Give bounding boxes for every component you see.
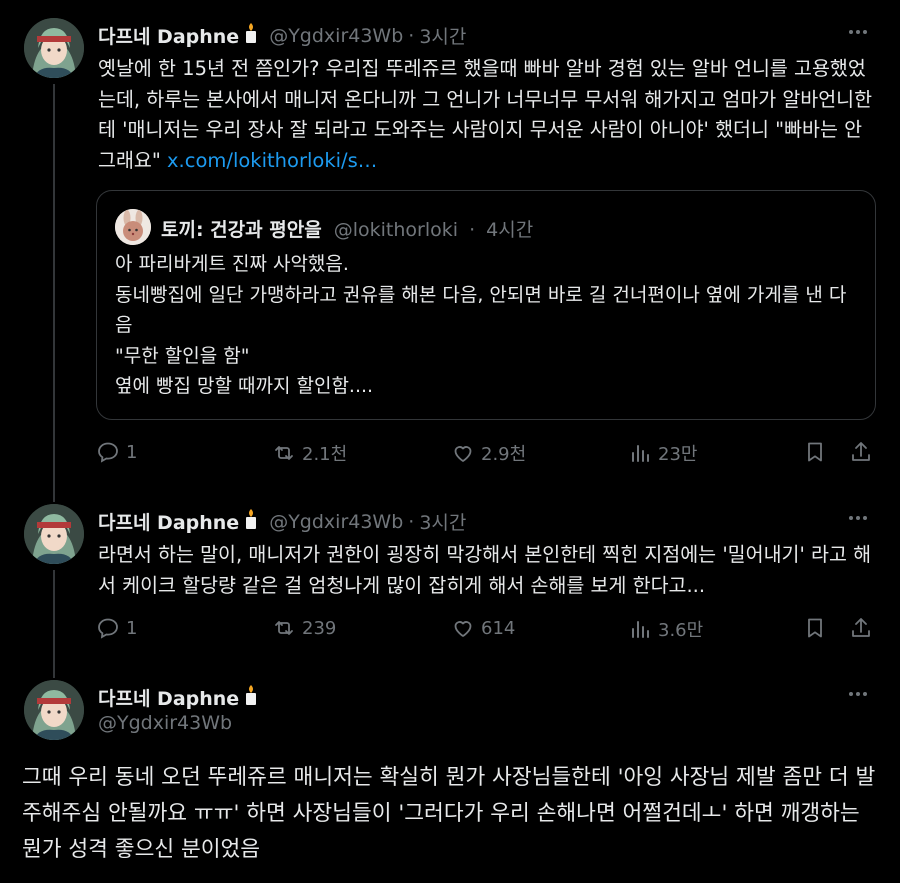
- retweet-count: 239: [302, 617, 337, 639]
- handle-row: @Ygdxir43Wb: [98, 712, 232, 734]
- bookmark-button[interactable]: [803, 440, 827, 464]
- quoted-handle[interactable]: @lokithorloki: [334, 219, 458, 241]
- quoted-line: 옆에 빵집 망할 때까지 할인함....: [115, 375, 374, 397]
- user-handle[interactable]: @Ygdxir43Wb: [269, 25, 403, 47]
- separator-dot: ·: [469, 219, 476, 241]
- retweet-count: 2.1천: [302, 444, 348, 465]
- bookmark-button[interactable]: [803, 616, 827, 640]
- tweet-header: 다프네 Daphne @Ygdxir43Wb · 3시간: [98, 508, 466, 535]
- reply-button[interactable]: 1: [96, 616, 137, 640]
- retweet-icon: [275, 446, 293, 460]
- rabbit-avatar-image: [115, 209, 151, 245]
- quoted-tweet[interactable]: 토끼: 건강과 평안을 @lokithorloki · 4시간 아 파리바게트 …: [96, 190, 876, 420]
- quoted-line: "무한 할인을 함": [115, 344, 250, 367]
- tweet-3[interactable]: 다프네 Daphne @Ygdxir43Wb 그때 우리 동네 오던 뚜레쥬르 …: [0, 660, 900, 883]
- share-button[interactable]: [849, 616, 873, 640]
- bookmark-icon: [808, 618, 822, 638]
- heart-icon: [454, 446, 472, 462]
- reply-icon: [98, 618, 118, 639]
- like-button[interactable]: 2.9천: [451, 440, 526, 466]
- candle-icon: [243, 684, 259, 711]
- like-count: 2.9천: [481, 444, 527, 465]
- tweet-1[interactable]: 다프네 Daphne @Ygdxir43Wb · 3시간 옛날에 한 15년 전…: [0, 0, 900, 490]
- share-icon: [852, 442, 870, 461]
- quoted-display-name[interactable]: 토끼: 건강과 평안을: [161, 219, 322, 241]
- share-icon: [852, 618, 870, 637]
- retweet-icon: [275, 621, 293, 635]
- share-button[interactable]: [849, 440, 873, 464]
- display-name[interactable]: 다프네 Daphne: [98, 22, 239, 49]
- tweet-link[interactable]: x.com/lokithorloki/s…: [167, 149, 377, 172]
- timestamp[interactable]: 3시간: [419, 22, 466, 49]
- avatar-image: [24, 680, 84, 740]
- reply-count: 1: [126, 441, 138, 463]
- more-icon[interactable]: [846, 682, 870, 711]
- reply-count: 1: [126, 617, 138, 639]
- user-handle[interactable]: @Ygdxir43Wb: [98, 712, 232, 734]
- quoted-text: 아 파리바게트 진짜 사악했음. 동네빵집에 일단 가맹하라고 권유를 해본 다…: [115, 249, 860, 402]
- quoted-timestamp[interactable]: 4시간: [486, 219, 533, 241]
- views-icon: [632, 621, 649, 638]
- action-bar: 1 239 614 3.6만: [96, 616, 876, 646]
- avatar[interactable]: [24, 18, 84, 78]
- reply-button[interactable]: 1: [96, 440, 137, 464]
- tweet-text: 그때 우리 동네 오던 뚜레쥬르 매니저는 확실히 뭔가 사장님들한테 '아잉 …: [22, 765, 876, 862]
- more-icon[interactable]: [846, 20, 870, 49]
- like-count: 614: [481, 617, 516, 639]
- views-icon: [632, 445, 649, 462]
- heart-icon: [454, 621, 472, 637]
- retweet-button[interactable]: 239: [272, 616, 336, 640]
- avatar-image: [24, 504, 84, 564]
- tweet-header: 다프네 Daphne @Ygdxir43Wb · 3시간: [98, 22, 466, 49]
- candle-icon: [243, 508, 259, 535]
- quoted-line: 아 파리바게트 진짜 사악했음.: [115, 253, 349, 275]
- views-button[interactable]: 23만: [628, 440, 697, 466]
- like-button[interactable]: 614: [451, 616, 515, 640]
- avatar[interactable]: [24, 504, 84, 564]
- timestamp[interactable]: 3시간: [419, 508, 466, 535]
- reply-icon: [98, 442, 118, 463]
- views-button[interactable]: 3.6만: [628, 616, 703, 642]
- candle-icon: [243, 22, 259, 49]
- tweet-header: 다프네 Daphne: [98, 684, 269, 711]
- retweet-button[interactable]: 2.1천: [272, 440, 347, 466]
- quoted-header: 토끼: 건강과 평안을 @lokithorloki · 4시간: [161, 215, 533, 242]
- tweet-text: 라면서 하는 말이, 매니저가 권한이 굉장히 막강해서 본인한테 찍힌 지점에…: [98, 543, 872, 597]
- display-name[interactable]: 다프네 Daphne: [98, 684, 239, 711]
- quoted-line: 동네빵집에 일단 가맹하라고 권유를 해본 다음, 안되면 바로 길 건너편이나…: [115, 283, 847, 337]
- tweet-2[interactable]: 다프네 Daphne @Ygdxir43Wb · 3시간 라면서 하는 말이, …: [0, 490, 900, 660]
- avatar[interactable]: [24, 680, 84, 740]
- separator-dot: ·: [408, 24, 415, 47]
- user-handle[interactable]: @Ygdxir43Wb: [269, 511, 403, 533]
- avatar-image: [24, 18, 84, 78]
- bookmark-icon: [808, 442, 822, 462]
- separator-dot: ·: [408, 510, 415, 533]
- action-bar: 1 2.1천 2.9천 23만: [96, 440, 876, 470]
- view-count: 23만: [658, 444, 698, 465]
- display-name[interactable]: 다프네 Daphne: [98, 508, 239, 535]
- view-count: 3.6만: [658, 620, 704, 641]
- tweet-text: 옛날에 한 15년 전 쯤인가? 우리집 뚜레쥬르 했을때 빠바 알바 경험 있…: [98, 54, 878, 176]
- quoted-avatar[interactable]: [115, 209, 151, 245]
- more-icon[interactable]: [846, 506, 870, 535]
